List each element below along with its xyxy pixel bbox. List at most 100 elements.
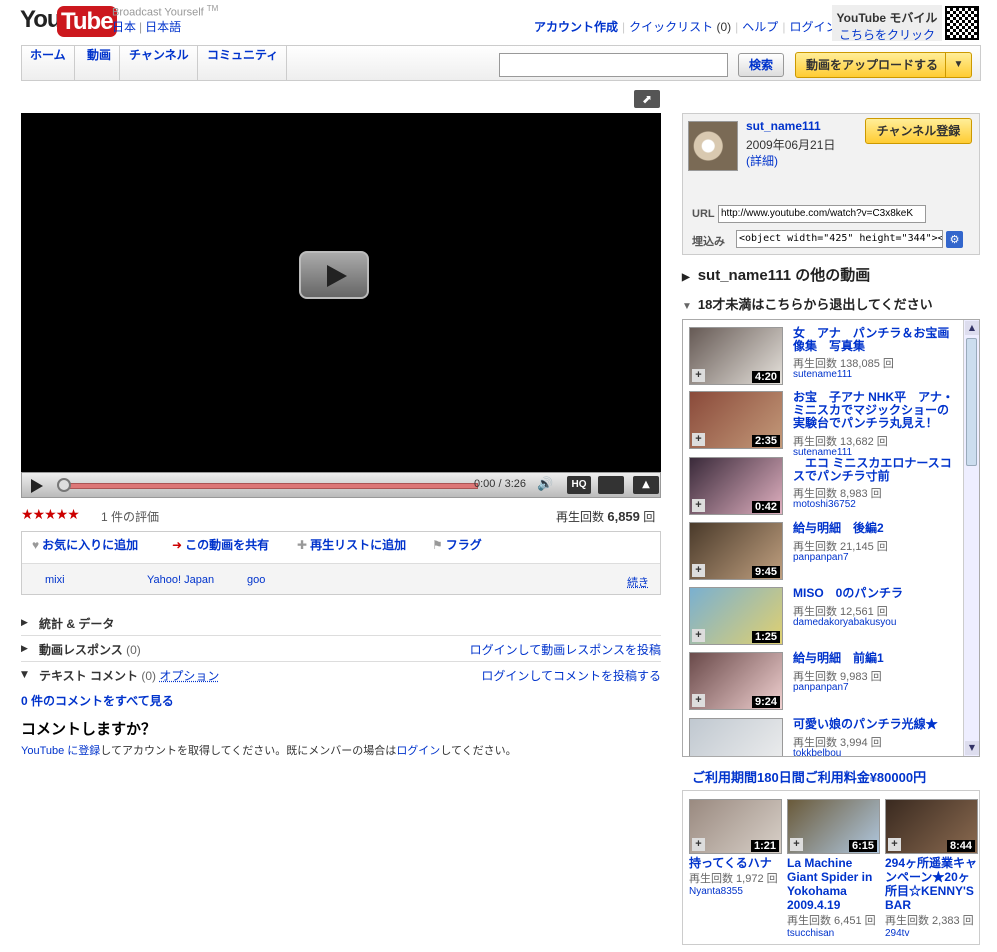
list-item[interactable]: +9:45 給与明細 後編2 再生回数 21,145 回 panpanpan7 <box>689 522 959 582</box>
video-user-link[interactable]: tsucchisan <box>787 928 882 939</box>
list-item[interactable]: +8:44 294ヶ所遥業キャンペーン★20ヶ所目☆KENNY'S BAR 再生回数… <box>885 799 980 939</box>
share-goo-link[interactable]: goo <box>247 574 265 586</box>
login-link[interactable]: ログイン <box>789 20 837 34</box>
post-comment-link[interactable]: ログインしてコメントを投稿する <box>481 667 661 684</box>
volume-icon[interactable]: 🔊 <box>537 477 553 492</box>
share-mixi-link[interactable]: mixi <box>45 574 65 586</box>
more-share-link[interactable]: 続き <box>627 574 649 590</box>
video-title-link[interactable]: 給与明細 後編2 <box>793 522 957 535</box>
list-item[interactable]: +4:20 女 アナ パンチラ＆お宝画像集 写真集 再生回数 138,085 回 su… <box>689 327 959 387</box>
video-user-link[interactable]: damedakoryabakusyou <box>793 617 896 628</box>
mobile-promo[interactable]: YouTube モバイル こちらをクリック <box>832 5 942 43</box>
tab-home[interactable]: ホーム <box>22 46 75 80</box>
list-item[interactable]: +2:35 お宝 子アナ NHK平 アナ・ミニスカでマジックショーの実験台でパンチ… <box>689 391 959 458</box>
subscribe-button[interactable]: チャンネル登録 <box>865 118 972 144</box>
share-button[interactable]: ➜ この動画を共有 <box>172 536 269 553</box>
play-icon[interactable] <box>31 479 43 493</box>
add-to-quicklist-icon[interactable]: + <box>692 694 705 707</box>
video-thumbnail[interactable]: +2:35 <box>689 391 783 449</box>
search-button[interactable]: 検索 <box>738 53 784 77</box>
video-user-link[interactable]: panpanpan7 <box>793 682 849 693</box>
video-thumbnail[interactable]: +8:44 <box>885 799 978 854</box>
chevron-down-icon[interactable]: ▼ <box>945 53 971 77</box>
list-item[interactable]: +0:42 エコ ミニスカエロナースコスでパンチラ寸前 再生回数 8,983 回m… <box>689 457 959 517</box>
video-thumbnail[interactable]: +4:20 <box>689 327 783 385</box>
video-thumbnail[interactable]: +6:15 <box>787 799 880 854</box>
promo-banner[interactable]: ご利用期間180日間ご利用料金¥80000円 <box>692 767 926 786</box>
video-user-link[interactable]: sutename111 <box>793 369 852 380</box>
add-to-quicklist-icon[interactable]: + <box>692 629 705 642</box>
upload-button[interactable]: 動画をアップロードする ▼ <box>795 52 972 78</box>
see-all-comments-link[interactable]: 0 件のコメントをすべて見る <box>21 692 174 709</box>
video-thumbnail[interactable]: +1:25 <box>689 587 783 645</box>
add-to-quicklist-icon[interactable]: + <box>692 838 705 851</box>
add-to-quicklist-icon[interactable]: + <box>692 499 705 512</box>
add-to-quicklist-icon[interactable]: + <box>692 564 705 577</box>
owner-name-link[interactable]: sut_name111 <box>746 119 821 133</box>
video-user-link[interactable]: Nyanta8355 <box>689 886 784 897</box>
list-item[interactable]: +9:24 給与明細 前編1 再生回数 9,983 回 panpanpan7 <box>689 652 959 712</box>
youtube-logo[interactable]: You Tube <box>20 3 117 39</box>
video-thumbnail[interactable]: +9:45 <box>689 522 783 580</box>
video-user-link[interactable]: 294tv <box>885 928 980 939</box>
video-title-link[interactable]: La Machine Giant Spider in Yokohama 2009… <box>787 856 882 912</box>
tab-community[interactable]: コミュニティ <box>199 46 288 80</box>
post-response-link[interactable]: ログインして動画レスポンスを投稿 <box>470 641 661 658</box>
video-title-link[interactable]: 可愛い娘のパンチラ光線★ <box>793 718 957 731</box>
country-link[interactable]: 日本 <box>112 20 136 34</box>
list-item[interactable]: +6:15 La Machine Giant Spider in Yokohama… <box>787 799 882 939</box>
list-item[interactable]: +可愛い娘のパンチラ光線★再生回数 3,994 回tokkbelbou <box>689 718 959 756</box>
triangle-down-icon[interactable]: ▼ <box>21 670 28 680</box>
seek-handle[interactable] <box>57 478 71 492</box>
expand-icon[interactable]: ⬈ <box>634 90 660 108</box>
rating-stars[interactable]: ★★★★★ <box>21 507 80 523</box>
progress-bar[interactable] <box>68 483 478 489</box>
comment-options-link[interactable]: オプション <box>159 669 219 683</box>
video-title-link[interactable]: エコ ミニスカエロナースコスでパンチラ寸前 <box>793 457 957 483</box>
avatar[interactable] <box>688 121 738 171</box>
language-link[interactable]: 日本語 <box>145 20 181 34</box>
add-to-quicklist-icon[interactable]: + <box>692 433 705 446</box>
responses-section[interactable]: ▶ 動画レスポンス (0) ログインして動画レスポンスを投稿 <box>21 636 661 662</box>
widescreen-icon[interactable] <box>598 476 624 494</box>
add-to-quicklist-icon[interactable]: + <box>692 369 705 382</box>
register-link[interactable]: YouTube に登録 <box>21 745 100 757</box>
list-item[interactable]: +1:21 持ってくるハナ 再生回数 1,972 回 Nyanta8355 <box>689 799 784 897</box>
gear-icon[interactable]: ⚙ <box>946 231 963 248</box>
favorite-button[interactable]: ♥ お気に入りに追加 <box>32 536 138 553</box>
video-user-link[interactable]: panpanpan7 <box>793 552 849 563</box>
list-item[interactable]: +1:25 MISO 0のパンチラ 再生回数 12,561 回 damedakorya… <box>689 587 959 647</box>
video-title-link[interactable]: MISO 0のパンチラ <box>793 587 957 600</box>
video-title-link[interactable]: お宝 子アナ NHK平 アナ・ミニスカでマジックショーの実験台でパンチラ丸見え！ <box>793 391 957 430</box>
big-play-button[interactable] <box>299 251 369 299</box>
video-thumbnail[interactable]: + <box>689 718 783 756</box>
video-thumbnail[interactable]: +0:42 <box>689 457 783 515</box>
tab-videos[interactable]: 動画 <box>79 46 121 80</box>
fullscreen-icon[interactable]: ▲ <box>633 476 659 494</box>
stats-section[interactable]: ▶ 統計 & データ <box>21 610 661 636</box>
video-title-link[interactable]: 持ってくるハナ <box>689 856 784 870</box>
add-to-quicklist-icon[interactable]: + <box>888 838 901 851</box>
tab-channels[interactable]: チャンネル <box>121 46 198 80</box>
search-input[interactable] <box>499 53 728 77</box>
mobile-link[interactable]: こちらをクリック <box>832 26 942 43</box>
help-link[interactable]: ヘルプ <box>742 20 778 34</box>
scroll-up-icon[interactable]: ▲ <box>965 321 979 335</box>
more-from-user-heading[interactable]: ▶ sut_name111 の他の動画 <box>682 264 870 285</box>
video-title-link[interactable]: 女 アナ パンチラ＆お宝画像集 写真集 <box>793 327 957 353</box>
add-to-playlist-button[interactable]: ✚ 再生リストに追加 <box>297 536 406 553</box>
create-account-link[interactable]: アカウント作成 <box>534 20 618 34</box>
url-field[interactable]: http://www.youtube.com/watch?v=C3x8keK <box>718 205 926 223</box>
video-thumbnail[interactable]: +1:21 <box>689 799 782 854</box>
hq-button[interactable]: HQ <box>567 476 591 494</box>
add-to-quicklist-icon[interactable]: + <box>790 838 803 851</box>
embed-field[interactable]: <object width="425" height="344"><param <box>736 230 943 248</box>
video-user-link[interactable]: tokkbelbou <box>793 748 841 756</box>
quicklist-link[interactable]: クイックリスト <box>629 20 713 34</box>
flag-button[interactable]: ⚑ フラグ <box>432 536 482 553</box>
video-user-link[interactable]: motoshi36752 <box>793 499 856 510</box>
share-yahoo-link[interactable]: Yahoo! Japan <box>147 574 214 586</box>
scrollbar[interactable]: ▲ ▼ <box>963 320 979 756</box>
video-thumbnail[interactable]: +9:24 <box>689 652 783 710</box>
details-link[interactable]: (詳細) <box>746 152 778 169</box>
